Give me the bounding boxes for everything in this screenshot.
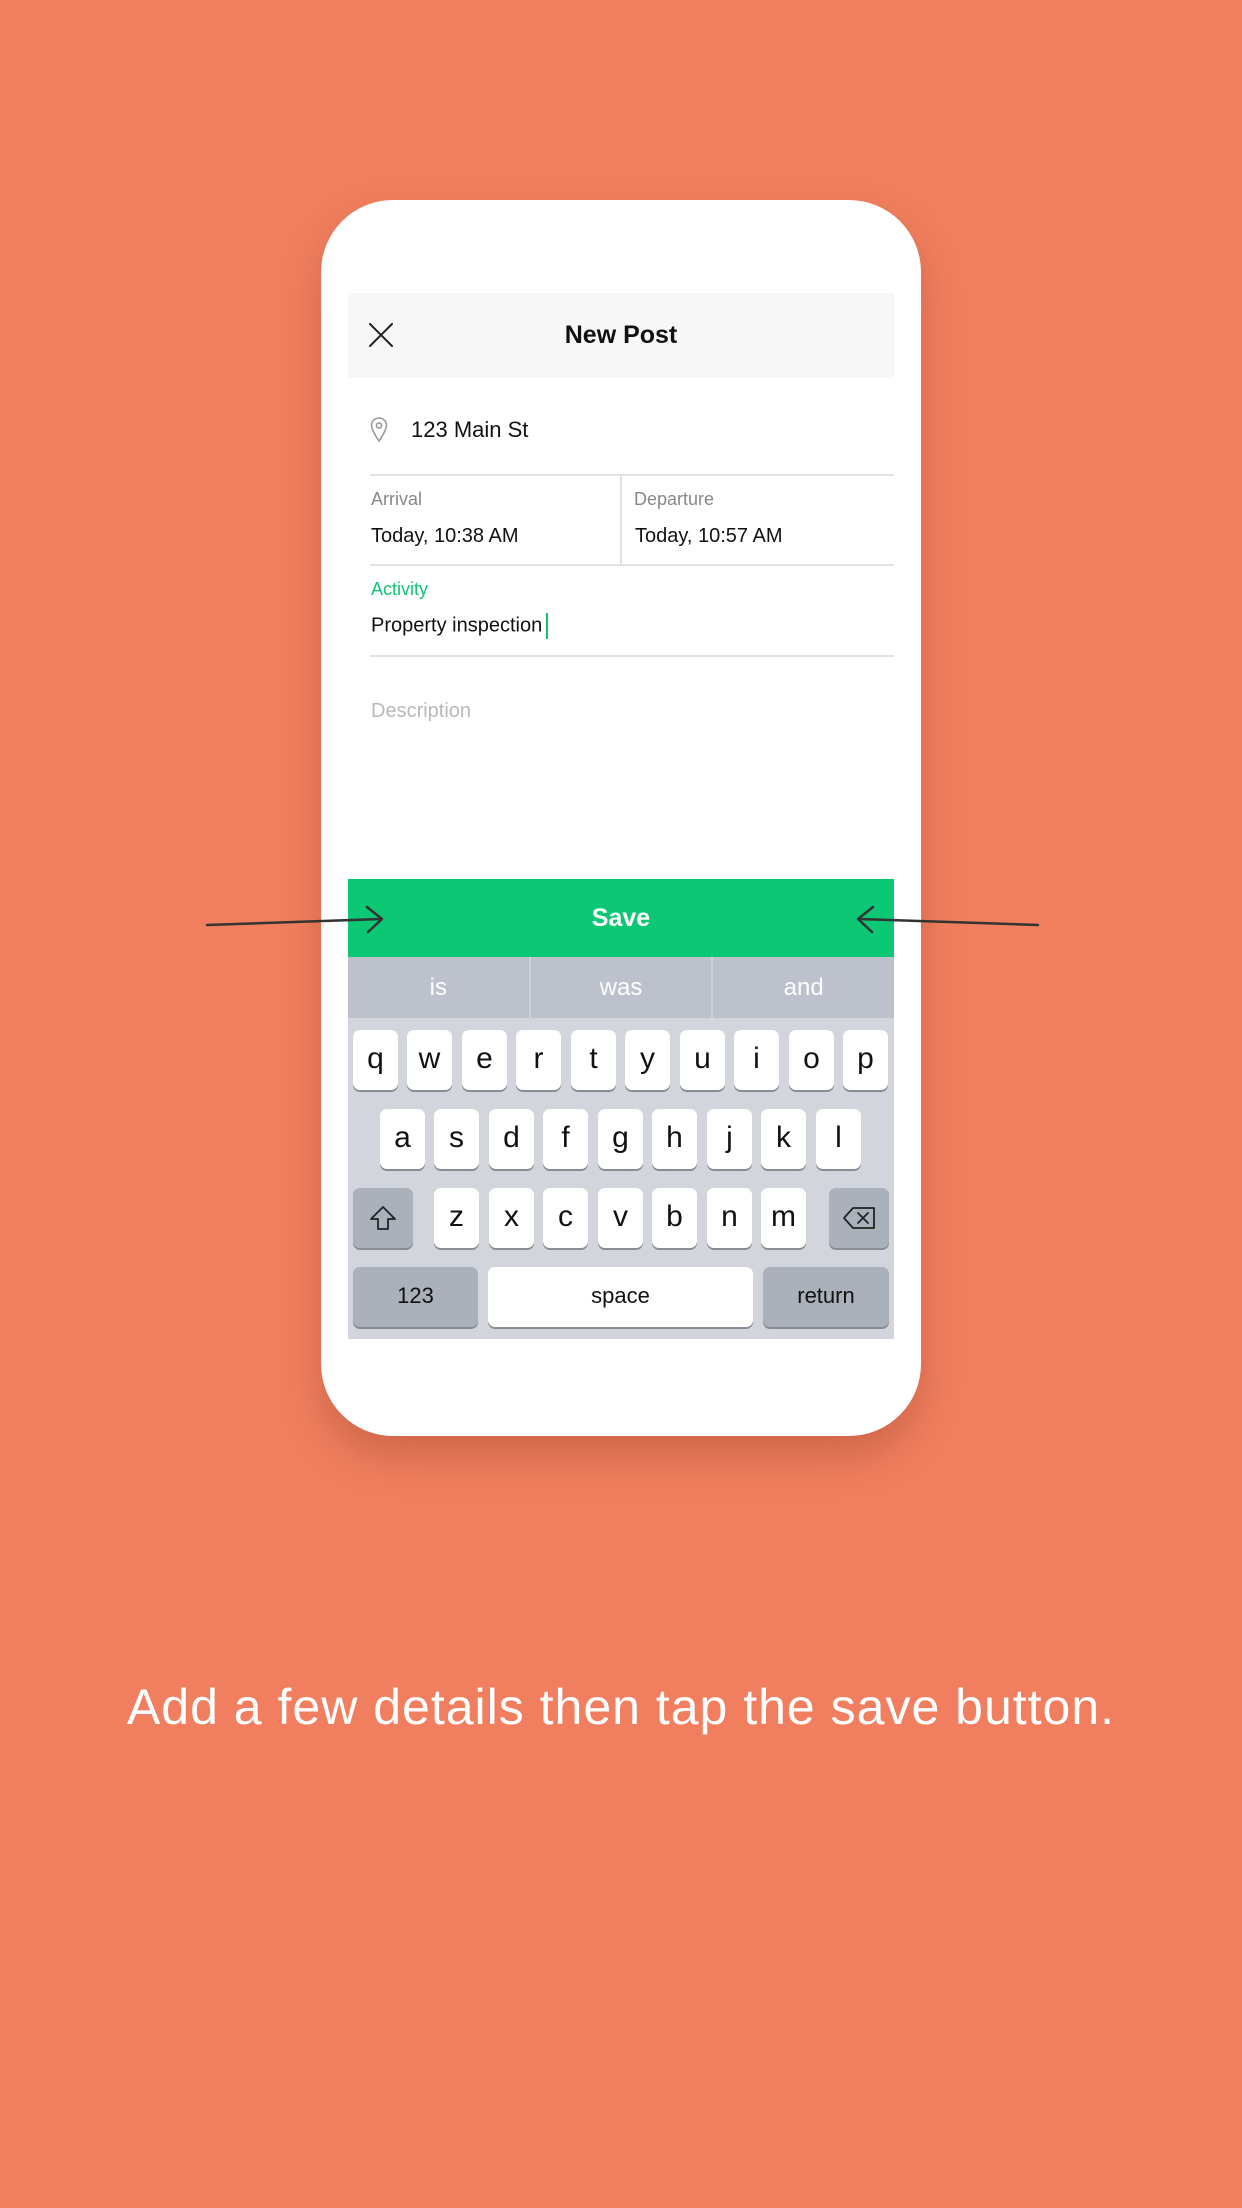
save-button[interactable]: Save (348, 879, 894, 957)
key-m[interactable]: m (761, 1188, 806, 1248)
key-h[interactable]: h (652, 1109, 697, 1169)
key-e[interactable]: e (462, 1030, 507, 1090)
predictive-text-bar: is was and (348, 957, 894, 1018)
key-g[interactable]: g (598, 1109, 643, 1169)
text-cursor (546, 613, 549, 639)
key-v[interactable]: v (598, 1188, 643, 1248)
departure-label: Departure (634, 489, 715, 509)
key-w[interactable]: w (407, 1030, 452, 1090)
key-a[interactable]: a (380, 1109, 425, 1169)
location-field[interactable]: 123 Main St (348, 403, 894, 467)
keyboard: q w e r t y u i o p a s d f g h j k l z … (348, 1018, 894, 1339)
nav-bar: New Post (348, 293, 894, 378)
arrival-value[interactable]: Today, 10:38 AM (371, 525, 519, 548)
key-b[interactable]: b (652, 1188, 697, 1248)
key-z[interactable]: z (434, 1188, 479, 1248)
key-p[interactable]: p (843, 1030, 888, 1090)
key-n[interactable]: n (707, 1188, 752, 1248)
backspace-key[interactable] (829, 1188, 889, 1248)
divider (370, 564, 894, 566)
location-pin-icon (370, 417, 388, 443)
activity-value: Property inspection (371, 614, 543, 637)
location-value: 123 Main St (411, 417, 529, 442)
departure-value[interactable]: Today, 10:57 AM (635, 525, 783, 548)
arrival-label: Arrival (371, 489, 423, 509)
key-i[interactable]: i (734, 1030, 779, 1090)
keyboard-row-2: a s d f g h j k l (348, 1109, 894, 1169)
return-key[interactable]: return (763, 1267, 889, 1327)
key-d[interactable]: d (489, 1109, 534, 1169)
key-k[interactable]: k (761, 1109, 806, 1169)
key-j[interactable]: j (707, 1109, 752, 1169)
suggestion-is[interactable]: is (348, 957, 529, 1018)
shift-icon (370, 1206, 396, 1230)
left-pointing-arrow-icon (856, 905, 1040, 934)
key-c[interactable]: c (543, 1188, 588, 1248)
keyboard-row-4: 123 space return (348, 1267, 894, 1327)
page-title: New Post (564, 321, 678, 349)
vertical-divider (620, 476, 622, 564)
key-l[interactable]: l (816, 1109, 861, 1169)
suggestion-was[interactable]: was (528, 957, 712, 1018)
description-field[interactable]: Description (371, 700, 471, 723)
key-u[interactable]: u (680, 1030, 725, 1090)
phone-screen: New Post 123 Main St Arrival Today, 10:3… (348, 293, 894, 1339)
key-t[interactable]: t (571, 1030, 616, 1090)
key-o[interactable]: o (789, 1030, 834, 1090)
keyboard-row-3: z x c v b n m (348, 1188, 894, 1248)
shift-key[interactable] (353, 1188, 413, 1248)
key-x[interactable]: x (489, 1188, 534, 1248)
key-f[interactable]: f (543, 1109, 588, 1169)
suggestion-and[interactable]: and (711, 957, 894, 1018)
caption-text: Add a few details then tap the save butt… (126, 1679, 1116, 1735)
activity-field[interactable]: Property inspection (371, 613, 549, 639)
keyboard-row-1: q w e r t y u i o p (348, 1030, 894, 1090)
close-icon[interactable] (368, 322, 394, 348)
key-q[interactable]: q (353, 1030, 398, 1090)
key-y[interactable]: y (625, 1030, 670, 1090)
space-key[interactable]: space (488, 1267, 753, 1327)
key-s[interactable]: s (434, 1109, 479, 1169)
numbers-key[interactable]: 123 (353, 1267, 478, 1327)
key-r[interactable]: r (516, 1030, 561, 1090)
right-pointing-arrow-icon (205, 905, 384, 934)
divider (370, 474, 894, 476)
divider (370, 655, 894, 657)
activity-label: Activity (371, 579, 429, 599)
backspace-icon (843, 1207, 875, 1229)
